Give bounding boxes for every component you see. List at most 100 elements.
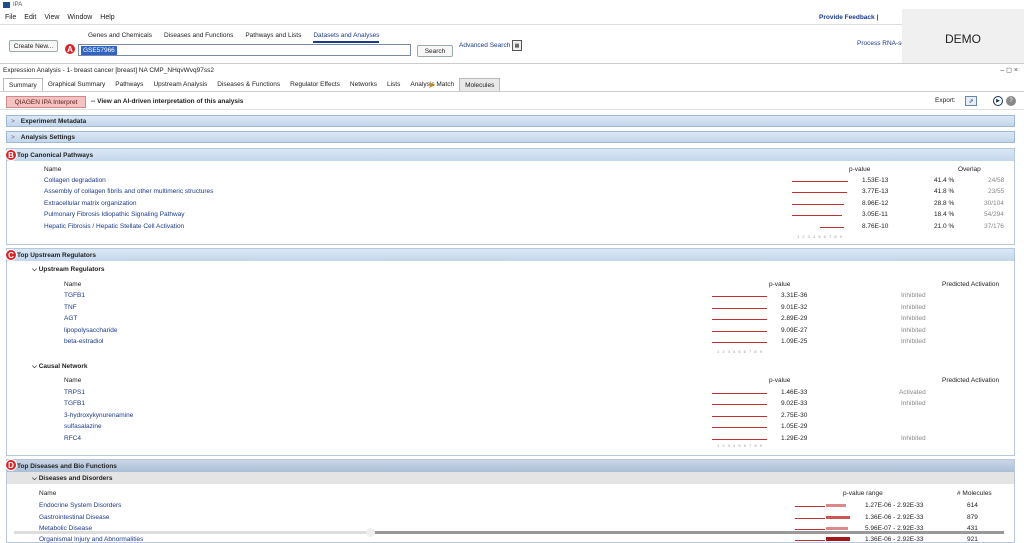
regulator-pvalue: 9.09E-27 — [781, 327, 808, 334]
create-new-button[interactable]: Create New... — [9, 40, 58, 52]
causal-network-header[interactable]: ⌵ Causal Network — [32, 363, 88, 371]
disease-name[interactable]: Endocrine System Disorders — [39, 502, 121, 509]
pvalue-range-marks — [826, 537, 850, 541]
analysis-settings-label: Analysis Settings — [20, 133, 75, 141]
pathway-name[interactable]: Hepatic Fibrosis / Hepatic Stellate Cell… — [44, 223, 184, 230]
chevron-down-icon: ⌵ — [32, 475, 39, 482]
search-input[interactable]: GSE57966 — [78, 44, 411, 56]
marker-a: A — [64, 43, 76, 55]
tab-regulator-effects[interactable]: Regulator Effects — [285, 78, 345, 91]
tab-pathways-lists[interactable]: Pathways and Lists — [245, 30, 301, 43]
axis-ticks: 1 2 3 4 5 6 7 8 9 — [717, 443, 763, 448]
chevron-down-icon: ⌵ — [32, 363, 39, 370]
regulator-name[interactable]: lipopolysaccharide — [64, 327, 117, 334]
upstream-regulators-header[interactable]: Top Upstream Regulators — [7, 249, 1014, 261]
analysis-settings-header[interactable]: > Analysis Settings — [6, 131, 1015, 143]
play-icon[interactable]: ▶ — [993, 96, 1003, 106]
pvalue-bar — [712, 319, 767, 320]
diseases-title: Top Diseases and Bio Functions — [17, 462, 117, 470]
tab-datasets-analyses[interactable]: Datasets and Analyses — [313, 30, 380, 43]
causal-name[interactable]: sulfasalazine — [64, 423, 102, 430]
diseases-disorders-header[interactable]: ⌵ Diseases and Disorders — [32, 475, 112, 483]
export-icon[interactable]: ⇗ — [965, 96, 977, 106]
pathway-overlap-ratio: 37/176 — [984, 223, 1004, 230]
tab-lists[interactable]: Lists — [382, 78, 405, 91]
pvalue-bar — [792, 215, 842, 216]
pathway-overlap-ratio: 30/104 — [984, 200, 1004, 207]
tab-graphical-summary[interactable]: Graphical Summary — [43, 78, 110, 91]
causal-network-label: Causal Network — [38, 363, 88, 370]
pathway-name[interactable]: Extracellular matrix organization — [44, 200, 136, 207]
menu-edit[interactable]: Edit — [24, 14, 36, 21]
qiagen-interpret-button[interactable]: QIAGEN IPA Interpret — [6, 96, 86, 108]
regulator-name[interactable]: TGFB1 — [64, 292, 85, 299]
causal-name[interactable]: 3-hydroxykynurenamine — [64, 412, 133, 419]
col-name: Name — [44, 166, 62, 173]
tab-networks[interactable]: Networks — [345, 78, 382, 91]
pathway-name[interactable]: Collagen degradation — [44, 177, 106, 184]
regulator-activation: Inhibited — [901, 315, 926, 322]
pvalue-range-marks — [826, 504, 846, 507]
menu-bar: File Edit View Window Help Provide Feedb… — [0, 10, 1024, 25]
advanced-search-link[interactable]: Advanced Search — [459, 42, 510, 49]
pathway-name[interactable]: Pulmonary Fibrosis Idiopathic Signaling … — [44, 211, 185, 218]
provide-feedback-link[interactable]: Provide Feedback | — [819, 14, 878, 21]
menu-file[interactable]: File — [5, 14, 16, 21]
pvalue-range-marks — [826, 516, 850, 519]
causal-name[interactable]: RFC4 — [64, 435, 81, 442]
tab-molecules[interactable]: Molecules — [459, 78, 501, 91]
chevron-down-icon: ⌵ — [32, 266, 39, 273]
diseases-header[interactable]: Top Diseases and Bio Functions — [7, 460, 1014, 472]
canonical-pathways-header[interactable]: Top Canonical Pathways — [7, 149, 1014, 161]
pvalue-bar — [712, 439, 767, 440]
help-icon[interactable]: ? — [1006, 96, 1016, 106]
causal-name[interactable]: TRPS1 — [64, 389, 85, 396]
upstream-regulators-panel: Top Upstream Regulators — [6, 248, 1015, 456]
regulator-activation: Inhibited — [901, 304, 926, 311]
marker-b: B — [5, 149, 17, 161]
pvalue-range-bar — [795, 540, 825, 541]
menu-view[interactable]: View — [44, 14, 59, 21]
col-pvalue: p-value — [849, 166, 871, 173]
experiment-metadata-label: Experiment Metadata — [20, 117, 87, 125]
pathway-name[interactable]: Assembly of collagen fibrils and other m… — [44, 188, 213, 195]
tab-diseases-functions-analysis[interactable]: Diseases & Functions — [212, 78, 285, 91]
regulator-name[interactable]: beta-estradiol — [64, 338, 103, 345]
regulator-pvalue: 3.31E-36 — [781, 292, 808, 299]
disease-pvalue: 1.27E-06 - 2.92E-33 — [865, 502, 924, 509]
upstream-subsection-header[interactable]: ⌵ Upstream Regulators — [32, 266, 104, 274]
tab-genes-chemicals[interactable]: Genes and Chemicals — [88, 30, 152, 43]
export-label: Export: — [935, 97, 956, 104]
regulator-pvalue: 2.89E-29 — [781, 315, 808, 322]
regulator-name[interactable]: AGT — [64, 315, 77, 322]
tab-diseases-functions[interactable]: Diseases and Functions — [164, 30, 233, 43]
search-button[interactable]: Search — [417, 45, 453, 57]
pvalue-range-marks — [826, 527, 848, 530]
search-input-value: GSE57966 — [81, 46, 117, 55]
causal-pvalue: 1.46E-33 — [781, 389, 808, 396]
process-rna-link[interactable]: Process RNA-sec — [857, 40, 908, 47]
disease-name[interactable]: Gastrointestinal Disease — [39, 514, 109, 521]
pvalue-bar — [712, 331, 767, 332]
tab-upstream-analysis[interactable]: Upstream Analysis — [148, 78, 212, 91]
causal-name[interactable]: TGFB1 — [64, 400, 85, 407]
disease-name[interactable]: Organismal Injury and Abnormalities — [39, 536, 143, 543]
upstream-subsection-label: Upstream Regulators — [38, 266, 105, 273]
menu-help[interactable]: Help — [100, 14, 114, 21]
diseases-subheader-bg — [7, 472, 1014, 484]
col-pvalue: p-value — [769, 281, 791, 288]
marker-d: D — [5, 459, 17, 471]
window-controls[interactable]: – ◻ × — [1000, 66, 1018, 74]
pvalue-bar — [820, 227, 844, 228]
regulator-name[interactable]: TNF — [64, 304, 77, 311]
tab-summary[interactable]: Summary — [3, 78, 43, 91]
video-progress-bar[interactable] — [14, 531, 1004, 534]
pathway-overlap-pct: 28.8 % — [934, 200, 955, 207]
grid-icon[interactable]: ▦ — [512, 40, 522, 51]
col-name: Name — [64, 377, 82, 384]
experiment-metadata-header[interactable]: > Experiment Metadata — [6, 115, 1015, 127]
pathway-overlap-pct: 18.4 % — [934, 211, 955, 218]
tab-pathways[interactable]: Pathways — [110, 78, 148, 91]
col-name: Name — [39, 490, 57, 497]
menu-window[interactable]: Window — [67, 14, 92, 21]
